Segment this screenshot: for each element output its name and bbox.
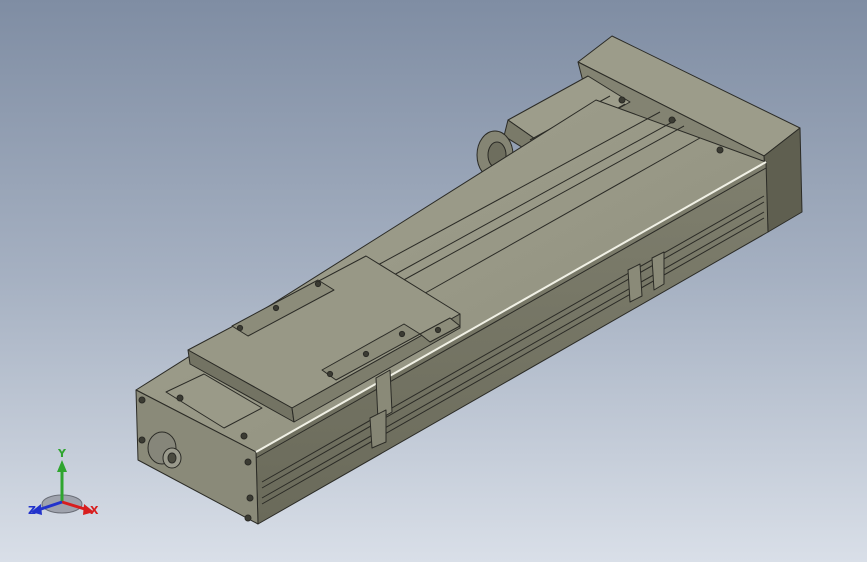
z-axis-label: Z xyxy=(28,504,36,517)
graphics-viewport[interactable]: Y X Z xyxy=(0,0,867,562)
actuator-model[interactable] xyxy=(0,0,867,562)
x-axis-label: X xyxy=(90,504,99,517)
y-axis-label: Y xyxy=(58,447,66,460)
coordinate-triad: Y X Z xyxy=(22,446,112,526)
